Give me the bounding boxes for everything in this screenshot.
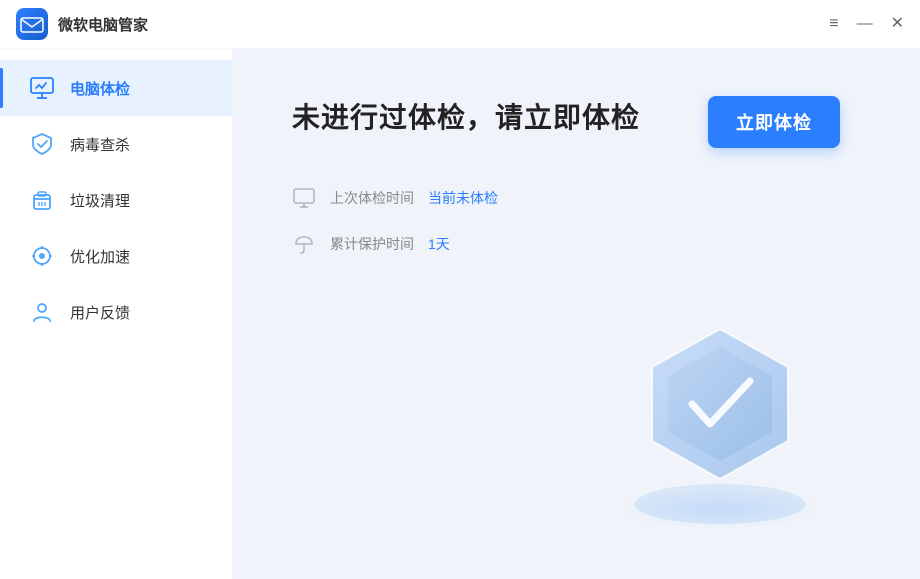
minimize-button[interactable]: — [857, 16, 873, 32]
info-rows: 上次体检时间 当前未体检 累计保护时间 1天 [292, 186, 860, 256]
content-area: 未进行过体检，请立即体检 立即体检 上次体检时间 当前未体检 [232, 48, 920, 579]
cleanup-icon [28, 186, 56, 214]
sidebar-label-feedback: 用户反馈 [70, 302, 130, 323]
sidebar: 电脑体检 病毒查杀 [0, 48, 232, 579]
feedback-icon [28, 298, 56, 326]
app-logo [16, 8, 48, 40]
antivirus-icon [28, 130, 56, 158]
protection-row: 累计保护时间 1天 [292, 232, 860, 256]
monitor-icon [292, 186, 316, 210]
optimize-icon [28, 242, 56, 270]
sidebar-item-pc-checkup[interactable]: 电脑体检 [0, 60, 232, 116]
sidebar-item-optimize[interactable]: 优化加速 [0, 228, 232, 284]
pc-checkup-icon [28, 74, 56, 102]
active-bar [0, 68, 3, 108]
main-layout: 电脑体检 病毒查杀 [0, 48, 920, 579]
sidebar-item-feedback[interactable]: 用户反馈 [0, 284, 232, 340]
shield-illustration [580, 289, 860, 549]
last-check-value[interactable]: 当前未体检 [428, 188, 498, 208]
sidebar-item-cleanup[interactable]: 垃圾清理 [0, 172, 232, 228]
sidebar-label-antivirus: 病毒查杀 [70, 134, 130, 155]
umbrella-icon [292, 232, 316, 256]
close-button[interactable]: ✕ [891, 16, 904, 32]
sidebar-label-cleanup: 垃圾清理 [70, 190, 130, 211]
check-now-button[interactable]: 立即体检 [708, 96, 840, 148]
titlebar: 微软电脑管家 ≡ — ✕ [0, 0, 920, 48]
last-check-label: 上次体检时间 [330, 188, 414, 208]
last-check-row: 上次体检时间 当前未体检 [292, 186, 860, 210]
sidebar-label-pc-checkup: 电脑体检 [70, 78, 130, 99]
sidebar-item-antivirus[interactable]: 病毒查杀 [0, 116, 232, 172]
menu-button[interactable]: ≡ [829, 16, 838, 32]
app-title: 微软电脑管家 [58, 14, 148, 35]
window-controls: ≡ — ✕ [829, 16, 904, 32]
sidebar-label-optimize: 优化加速 [70, 246, 130, 267]
protection-label: 累计保护时间 [330, 234, 414, 254]
protection-value: 1天 [428, 234, 450, 254]
shield-shadow [620, 489, 820, 529]
